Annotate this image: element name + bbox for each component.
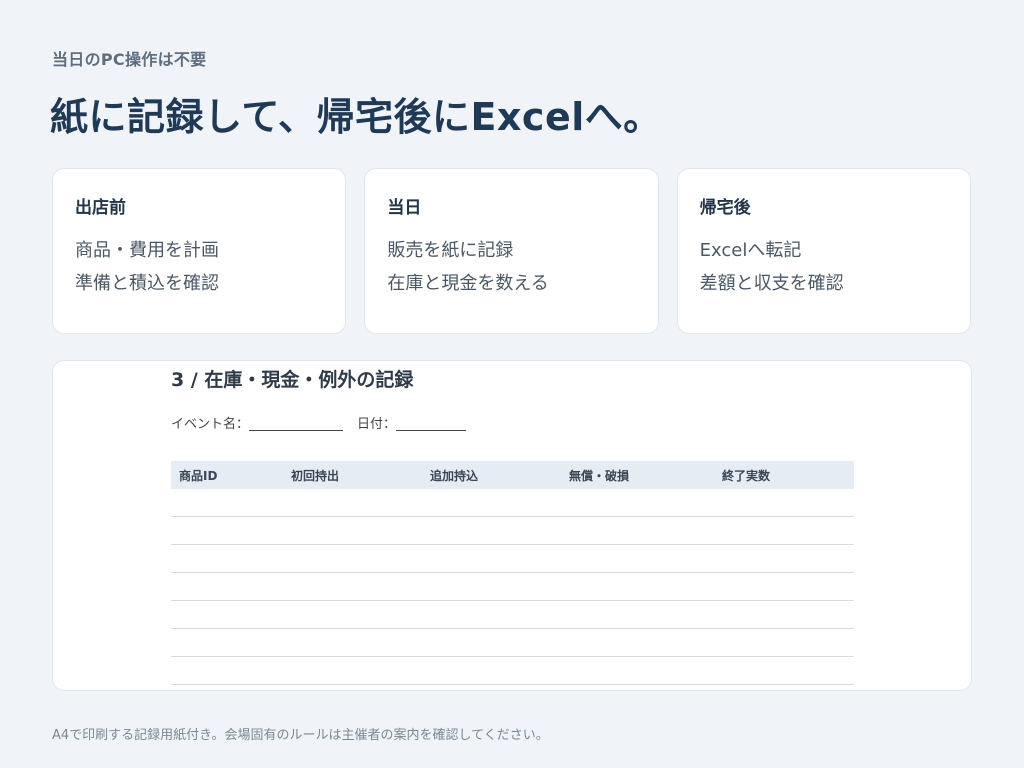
card-line: 販売を紙に記録 <box>387 240 514 261</box>
column-header: 初回持出 <box>291 468 340 483</box>
table-row <box>171 573 854 601</box>
step-card-after: 帰宅後 Excelへ転記 差額と収支を確認 <box>676 168 971 334</box>
column-header: 終了実数 <box>722 468 771 483</box>
eyebrow-text: 当日のPC操作は不要 <box>52 50 207 69</box>
card-title: 出店前 <box>75 198 126 218</box>
table-row <box>171 517 854 545</box>
table-rows <box>171 489 854 685</box>
table-row <box>171 489 854 517</box>
table-header: 商品ID 初回持出 追加持込 無償・破損 終了実数 <box>171 461 854 489</box>
step-cards: 出店前 商品・費用を計画 準備と積込を確認 当日 販売を紙に記録 在庫と現金を数… <box>52 168 971 334</box>
step-card-before: 出店前 商品・費用を計画 準備と積込を確認 <box>52 168 347 334</box>
card-line: 商品・費用を計画 <box>75 240 219 261</box>
table-row <box>171 601 854 629</box>
event-name-label: イベント名： <box>171 417 250 432</box>
table-row <box>171 629 854 657</box>
card-title: 帰宅後 <box>699 198 751 218</box>
column-header: 商品ID <box>179 468 218 483</box>
step-card-day-of: 当日 販売を紙に記録 在庫と現金を数える <box>364 168 659 334</box>
column-header: 無償・破損 <box>569 468 630 483</box>
card-line: Excelへ転記 <box>699 240 802 261</box>
date-label: 日付： <box>357 417 397 432</box>
event-name-blank <box>249 417 344 431</box>
footnote: A4で印刷する記録用紙付き。会場固有のルールは主催者の案内を確認してください。 <box>52 728 549 743</box>
table-row <box>171 545 854 573</box>
column-header: 追加持込 <box>430 468 479 483</box>
card-line: 準備と積込を確認 <box>75 273 219 294</box>
card-title: 当日 <box>387 198 422 218</box>
sheet-fields: イベント名： 日付： <box>171 413 467 432</box>
record-sheet-preview: 3 / 在庫・現金・例外の記録 イベント名： 日付： 商品ID 初回持出 追加持込… <box>52 360 972 691</box>
page-headline: 紙に記録して、帰宅後にExcelへ。 <box>50 95 662 139</box>
sheet-title: 3 / 在庫・現金・例外の記録 <box>171 369 414 391</box>
record-table: 商品ID 初回持出 追加持込 無償・破損 終了実数 <box>171 461 854 685</box>
date-blank <box>396 417 467 431</box>
card-line: 在庫と現金を数える <box>387 273 549 294</box>
table-row <box>171 657 854 685</box>
card-line: 差額と収支を確認 <box>699 273 844 294</box>
